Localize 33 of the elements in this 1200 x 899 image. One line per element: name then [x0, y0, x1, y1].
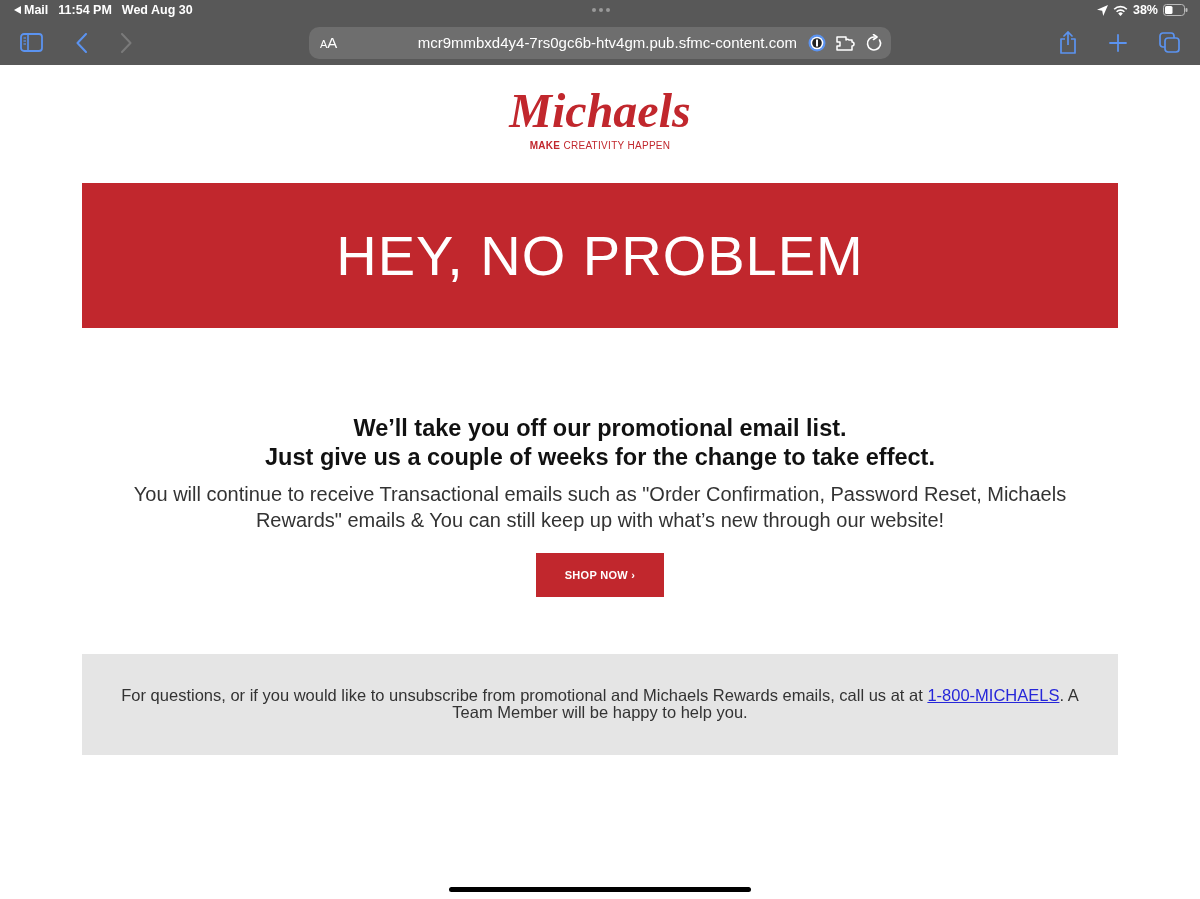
- footer-text: For questions, or if you would like to unsubscribe from promotional and Michaels Rewards emails, call us at at 1-800-MICHAELS. A Team Member will be happy to help you.: [120, 687, 1080, 721]
- battery-icon: [1163, 4, 1188, 16]
- reload-icon[interactable]: [866, 33, 883, 52]
- share-icon: [1059, 31, 1077, 54]
- shop-now-button[interactable]: SHOP NOW ›: [536, 553, 664, 597]
- headline: We’ll take you off our promotional email list.: [353, 414, 847, 443]
- back-button[interactable]: [76, 32, 87, 53]
- text-size-button[interactable]: AA: [320, 34, 338, 51]
- sidebar-icon: [20, 33, 43, 52]
- body-text: You will continue to receive Transactional emails such as "Order Confirmation, Password Reset, Michaels Rewards" emails & You can still keep up with what’s new through our website!: [132, 482, 1068, 533]
- phone-link[interactable]: 1-800-MICHAELS: [927, 686, 1060, 704]
- new-tab-button[interactable]: [1109, 33, 1127, 52]
- sidebar-button[interactable]: [20, 33, 43, 52]
- tabs-icon: [1159, 32, 1180, 53]
- plus-icon: [1109, 33, 1127, 52]
- multitasking-dots-icon[interactable]: [592, 8, 610, 12]
- logo-tagline: MAKE CREATIVITY HAPPEN: [529, 140, 671, 151]
- password-manager-icon[interactable]: [808, 33, 826, 52]
- status-time: 11:54 PM: [58, 3, 112, 17]
- banner-title: HEY, NO PROBLEM: [336, 223, 864, 288]
- wifi-icon: [1112, 4, 1128, 16]
- location-arrow-icon: [1096, 4, 1108, 16]
- logo-wordmark: Michaels: [509, 85, 691, 137]
- back-triangle-icon[interactable]: [14, 6, 21, 14]
- address-bar[interactable]: AA mcr9mmbxd4y4-7rs0gc6b-htv4gm.pub.sfmc-content.com: [309, 26, 891, 59]
- tabs-button[interactable]: [1159, 32, 1180, 53]
- headline: Just give us a couple of weeks for the change to take effect.: [265, 443, 935, 472]
- share-button[interactable]: [1059, 31, 1077, 54]
- url-text: mcr9mmbxd4y4-7rs0gc6b-htv4gm.pub.sfmc-content.com: [417, 34, 797, 51]
- status-date: Wed Aug 30: [121, 3, 193, 17]
- back-app-label[interactable]: Mail: [24, 3, 49, 17]
- battery-percent: 38%: [1132, 3, 1158, 17]
- extension-icon[interactable]: [836, 34, 856, 51]
